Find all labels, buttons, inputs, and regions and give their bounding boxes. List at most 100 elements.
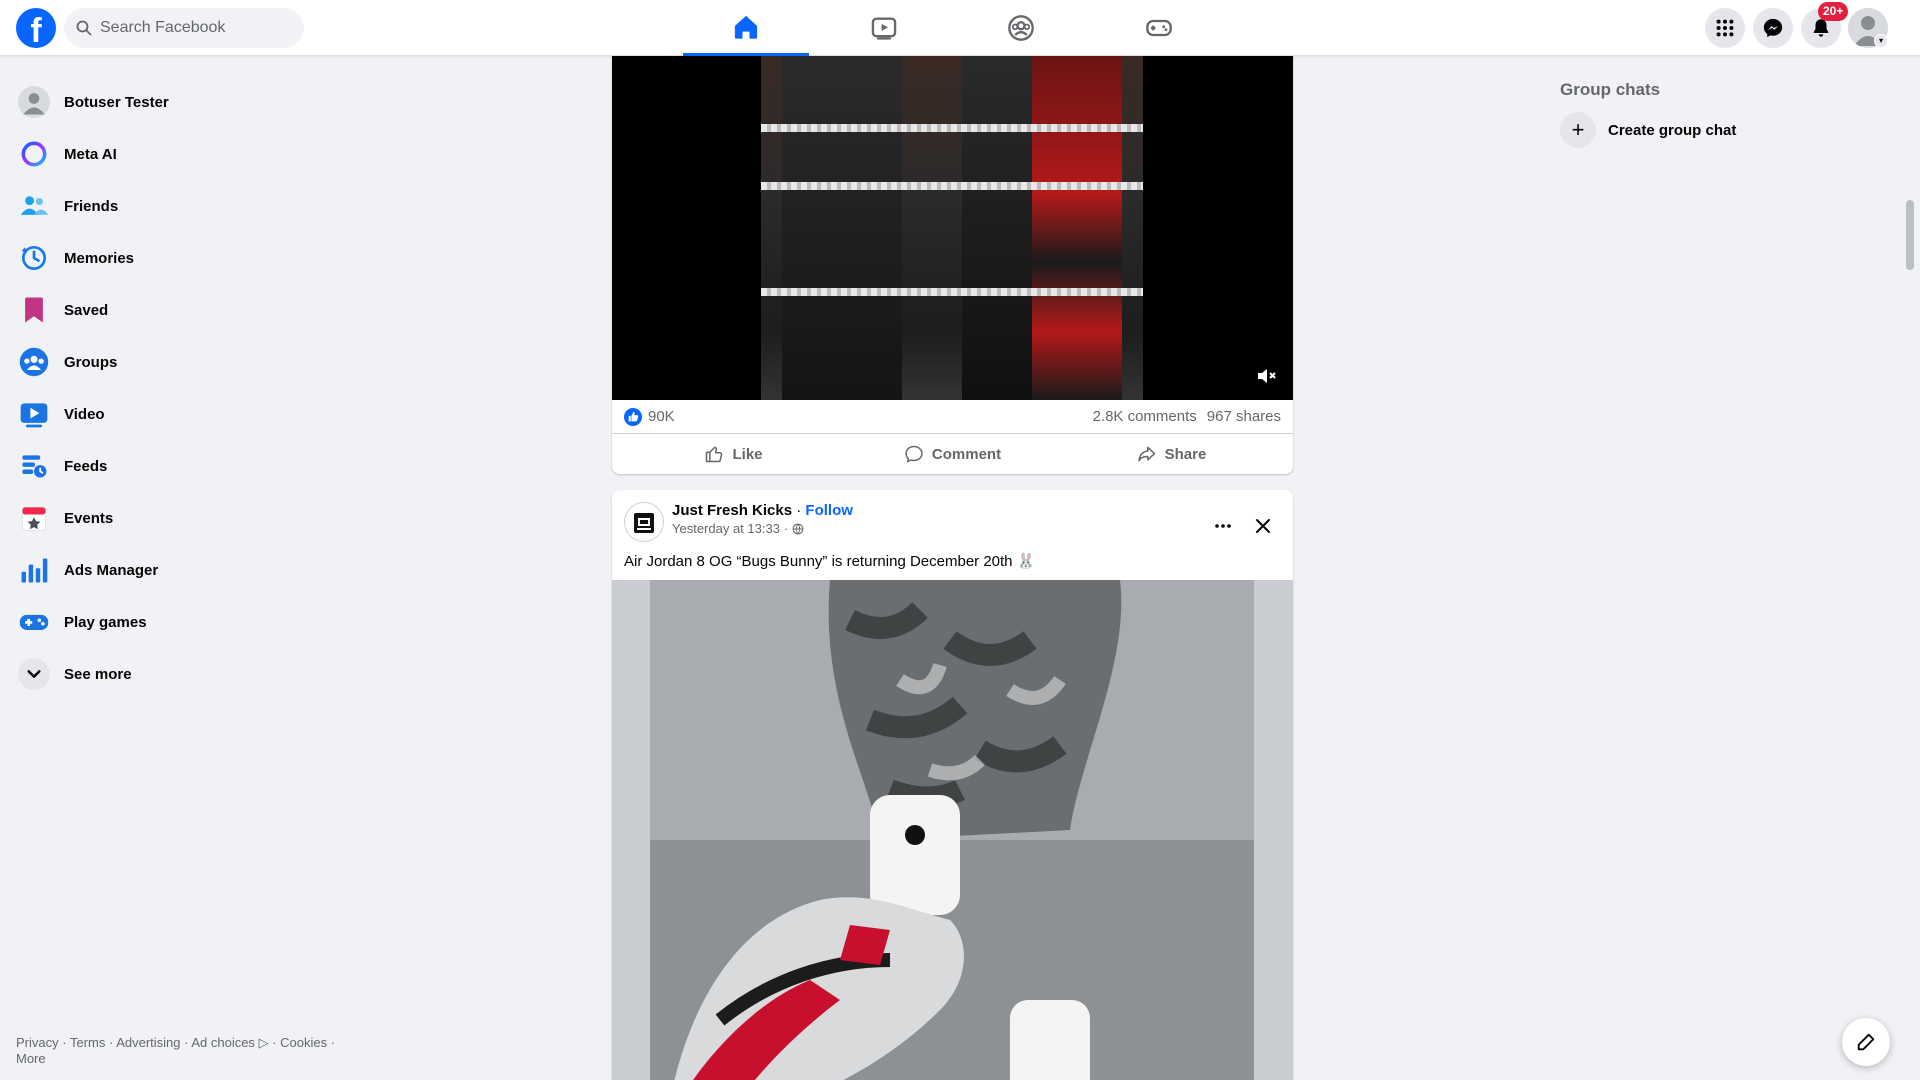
play-games-icon bbox=[16, 604, 52, 640]
menu-button[interactable] bbox=[1705, 8, 1745, 48]
sneaker-post: Just Fresh Kicks · Follow Yesterday at 1… bbox=[612, 490, 1293, 1080]
video-post: 90K 2.8K comments 967 shares Like Commen… bbox=[612, 56, 1293, 474]
ad-choices-link[interactable]: Ad choices bbox=[191, 1035, 255, 1050]
reactions-summary[interactable]: 90K bbox=[624, 407, 675, 426]
profile-icon bbox=[16, 84, 52, 120]
video-player[interactable] bbox=[612, 56, 1293, 400]
sidebar-item-ads-manager[interactable]: Ads Manager bbox=[8, 544, 348, 596]
create-group-chat-button[interactable]: + Create group chat bbox=[1560, 108, 1900, 152]
ring-rope bbox=[761, 182, 1143, 190]
sneaker-photo bbox=[650, 580, 1254, 1080]
saved-icon bbox=[16, 292, 52, 328]
sidebar-item-label: Meta AI bbox=[64, 145, 117, 163]
sidebar-item-meta-ai[interactable]: Meta AI bbox=[8, 128, 348, 180]
sidebar-item-label: Groups bbox=[64, 353, 118, 371]
sidebar-item-label: Friends bbox=[64, 197, 119, 215]
like-reaction-icon bbox=[624, 407, 642, 426]
sidebar-item-label: Saved bbox=[64, 301, 109, 319]
right-sidebar: Group chats + Create group chat bbox=[1560, 72, 1900, 152]
share-icon bbox=[1137, 446, 1155, 462]
more-link[interactable]: More bbox=[16, 1051, 46, 1066]
messenger-icon bbox=[1763, 18, 1783, 38]
reaction-count: 90K bbox=[648, 408, 675, 425]
post-options-button[interactable] bbox=[1205, 508, 1241, 544]
account-caret-icon[interactable]: ▾ bbox=[1874, 34, 1888, 48]
share-button[interactable]: Share bbox=[1062, 434, 1281, 474]
share-count[interactable]: 967 shares bbox=[1207, 408, 1281, 425]
compose-icon bbox=[1857, 1033, 1875, 1051]
thumbs-up-icon bbox=[706, 446, 723, 463]
comment-count[interactable]: 2.8K comments bbox=[1093, 408, 1197, 425]
hide-post-button[interactable] bbox=[1245, 508, 1281, 544]
post-image[interactable] bbox=[612, 580, 1293, 1080]
sidebar-item-events[interactable]: Events bbox=[8, 492, 348, 544]
sidebar-item-label: Botuser Tester bbox=[64, 93, 169, 111]
sidebar-item-label: Play games bbox=[64, 613, 147, 631]
sidebar-item-video[interactable]: Video bbox=[8, 388, 348, 440]
search-box[interactable] bbox=[64, 8, 304, 48]
left-sidebar: Botuser Tester Meta AI Friends Memories … bbox=[8, 76, 348, 700]
sidebar-item-label: Events bbox=[64, 509, 114, 527]
sidebar-item-friends[interactable]: Friends bbox=[8, 180, 348, 232]
globe-icon bbox=[792, 523, 804, 534]
comment-button[interactable]: Comment bbox=[843, 434, 1062, 474]
like-button[interactable]: Like bbox=[624, 434, 843, 474]
video-nav-icon bbox=[16, 396, 52, 432]
post-text: Air Jordan 8 OG “Bugs Bunny” is returnin… bbox=[624, 553, 1036, 570]
sidebar-item-label: Feeds bbox=[64, 457, 108, 475]
page-avatar[interactable] bbox=[624, 502, 664, 542]
post-timestamp[interactable]: Yesterday at 13:33 bbox=[672, 521, 780, 536]
notification-badge: 20+ bbox=[1818, 2, 1849, 21]
create-group-chat-label: Create group chat bbox=[1608, 121, 1737, 139]
sidebar-item-feeds[interactable]: Feeds bbox=[8, 440, 348, 492]
events-icon bbox=[16, 500, 52, 536]
share-label: Share bbox=[1164, 445, 1207, 463]
privacy-link[interactable]: Privacy bbox=[16, 1035, 59, 1050]
sneaker-photo-artwork bbox=[650, 580, 1254, 1080]
feeds-icon bbox=[16, 448, 52, 484]
post-actions: Like Comment Share bbox=[612, 434, 1293, 474]
friends-icon bbox=[16, 188, 52, 224]
sidebar-item-saved[interactable]: Saved bbox=[8, 284, 348, 336]
sidebar-item-label: See more bbox=[64, 665, 132, 683]
sidebar-item-see-more[interactable]: See more bbox=[8, 648, 348, 700]
search-input[interactable] bbox=[100, 8, 296, 48]
page-name-link[interactable]: Just Fresh Kicks bbox=[672, 502, 792, 519]
gaming-icon bbox=[1146, 19, 1172, 37]
video-person-right bbox=[1032, 56, 1122, 400]
new-message-button[interactable] bbox=[1842, 1018, 1890, 1066]
tab-video[interactable] bbox=[821, 0, 947, 56]
plus-icon: + bbox=[1560, 112, 1596, 148]
memories-icon bbox=[16, 240, 52, 276]
group-chats-heading: Group chats bbox=[1560, 80, 1661, 99]
sidebar-item-profile[interactable]: Botuser Tester bbox=[8, 76, 348, 128]
facebook-logo[interactable]: f bbox=[16, 8, 56, 48]
sidebar-item-play-games[interactable]: Play games bbox=[8, 596, 348, 648]
groups-tab-icon bbox=[1008, 15, 1034, 41]
page-scrollbar[interactable] bbox=[1906, 200, 1914, 270]
comment-icon bbox=[905, 445, 923, 463]
muted-speaker-icon[interactable] bbox=[1255, 364, 1279, 388]
follow-button[interactable]: Follow bbox=[805, 502, 853, 519]
sidebar-item-label: Ads Manager bbox=[64, 561, 159, 579]
video-icon bbox=[871, 17, 897, 40]
messenger-button[interactable] bbox=[1753, 8, 1793, 48]
advertising-link[interactable]: Advertising bbox=[116, 1035, 180, 1050]
tab-home[interactable] bbox=[683, 0, 809, 56]
ring-rope bbox=[761, 288, 1143, 296]
tab-gaming[interactable] bbox=[1096, 0, 1222, 56]
like-label: Like bbox=[732, 445, 763, 463]
terms-link[interactable]: Terms bbox=[70, 1035, 105, 1050]
home-icon bbox=[734, 15, 758, 39]
ring-rope bbox=[761, 124, 1143, 132]
post-header: Just Fresh Kicks · Follow Yesterday at 1… bbox=[612, 490, 1293, 548]
ads-manager-icon bbox=[16, 552, 52, 588]
comment-label: Comment bbox=[931, 445, 1002, 463]
sidebar-item-memories[interactable]: Memories bbox=[8, 232, 348, 284]
sidebar-item-groups[interactable]: Groups bbox=[8, 336, 348, 388]
footer-links: Privacy · Terms · Advertising · Ad choic… bbox=[16, 1035, 336, 1066]
cookies-link[interactable]: Cookies bbox=[280, 1035, 327, 1050]
tab-groups[interactable] bbox=[958, 0, 1084, 56]
grid-menu-icon bbox=[1716, 19, 1734, 37]
post-stats: 90K 2.8K comments 967 shares bbox=[612, 400, 1293, 434]
